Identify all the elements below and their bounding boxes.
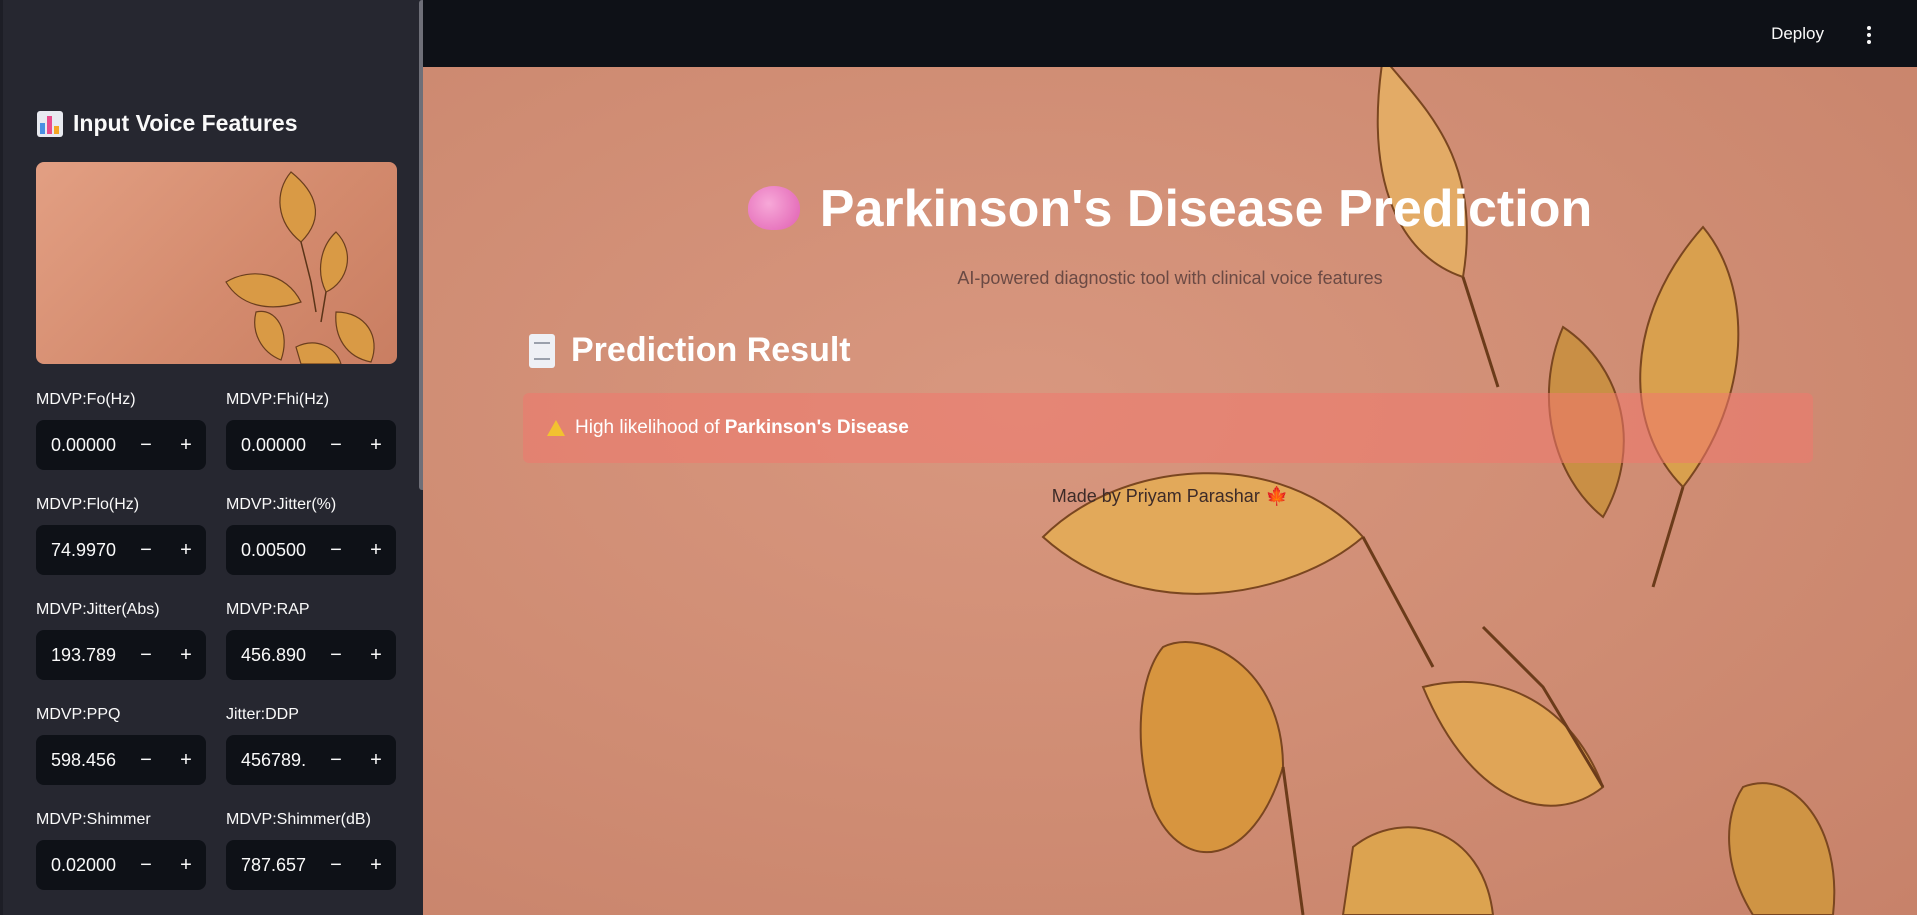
field-label-jitter-percent: MDVP:Jitter(%) [226, 496, 337, 513]
footer-credit: Made by Priyam Parashar 🍁 [423, 486, 1917, 507]
decrement-button[interactable]: − [126, 630, 166, 680]
number-input-jitter-percent[interactable]: 0.00500 − + [226, 525, 396, 575]
input-value[interactable]: 787.657 [226, 855, 316, 876]
footer-text: Made by Priyam Parashar [1051, 486, 1260, 506]
maple-leaf-icon: 🍁 [1265, 486, 1289, 506]
field-label-rap: MDVP:RAP [226, 601, 310, 618]
increment-button[interactable]: + [356, 630, 396, 680]
input-value[interactable]: 0.00000 [226, 435, 316, 456]
alert-diagnosis: Parkinson's Disease [724, 417, 909, 438]
decrement-button[interactable]: − [126, 735, 166, 785]
increment-button[interactable]: + [356, 525, 396, 575]
number-input-fo[interactable]: 0.00000 − + [36, 420, 206, 470]
number-input-fhi[interactable]: 0.00000 − + [226, 420, 396, 470]
decrement-button[interactable]: − [316, 630, 356, 680]
increment-button[interactable]: + [166, 840, 206, 890]
number-input-ppq[interactable]: 598.456 − + [36, 735, 206, 785]
section-title: Prediction Result [529, 331, 851, 370]
bar-chart-icon [37, 110, 63, 137]
input-value[interactable]: 193.789 [36, 645, 126, 666]
input-value[interactable]: 598.456 [36, 750, 126, 771]
app-header: Deploy [423, 0, 1917, 67]
number-input-shimmer[interactable]: 0.02000 − + [36, 840, 206, 890]
page-subtitle: AI-powered diagnostic tool with clinical… [957, 268, 1383, 288]
decrement-button[interactable]: − [316, 840, 356, 890]
input-value[interactable]: 456789. [226, 750, 316, 771]
number-input-jitter-abs[interactable]: 193.789 − + [36, 630, 206, 680]
input-value[interactable]: 0.02000 [36, 855, 126, 876]
decrement-button[interactable]: − [316, 525, 356, 575]
decrement-button[interactable]: − [316, 420, 356, 470]
sidebar-leaves-image [36, 162, 397, 364]
brain-icon [747, 186, 800, 230]
field-label-ppq: MDVP:PPQ [36, 706, 121, 723]
main-content: Parkinson's Disease Prediction AI-powere… [423, 67, 1917, 915]
warning-icon [547, 420, 565, 436]
increment-button[interactable]: + [166, 735, 206, 785]
input-value[interactable]: 0.00500 [226, 540, 316, 561]
increment-button[interactable]: + [356, 420, 396, 470]
number-input-shimmer-db[interactable]: 787.657 − + [226, 840, 396, 890]
page-title-text: Parkinson's Disease Prediction [819, 180, 1593, 238]
input-value[interactable]: 456.890 [226, 645, 316, 666]
field-label-fo: MDVP:Fo(Hz) [36, 391, 136, 408]
decrement-button[interactable]: − [126, 525, 166, 575]
field-label-shimmer: MDVP:Shimmer [36, 811, 151, 828]
alert-text: High likelihood of [575, 417, 720, 438]
number-input-rap[interactable]: 456.890 − + [226, 630, 396, 680]
field-label-jitter-abs: MDVP:Jitter(Abs) [36, 601, 160, 618]
input-value[interactable]: 0.00000 [36, 435, 126, 456]
field-label-flo: MDVP:Flo(Hz) [36, 496, 140, 513]
increment-button[interactable]: + [166, 420, 206, 470]
number-input-flo[interactable]: 74.9970 − + [36, 525, 206, 575]
section-title-text: Prediction Result [571, 331, 851, 369]
deploy-button[interactable]: Deploy [1771, 24, 1824, 44]
sidebar-title: Input Voice Features [37, 110, 298, 137]
decrement-button[interactable]: − [126, 420, 166, 470]
field-label-fhi: MDVP:Fhi(Hz) [226, 391, 330, 408]
receipt-icon [529, 333, 555, 368]
sidebar-title-text: Input Voice Features [73, 110, 298, 136]
increment-button[interactable]: + [356, 840, 396, 890]
field-label-jitter-ddp: Jitter:DDP [226, 706, 299, 723]
prediction-alert: High likelihood of Parkinson's Disease [523, 393, 1813, 463]
increment-button[interactable]: + [356, 735, 396, 785]
number-input-jitter-ddp[interactable]: 456789. − + [226, 735, 396, 785]
increment-button[interactable]: + [166, 525, 206, 575]
increment-button[interactable]: + [166, 630, 206, 680]
field-label-shimmer-db: MDVP:Shimmer(dB) [226, 811, 371, 828]
page-title: Parkinson's Disease Prediction [423, 179, 1917, 239]
sidebar: Input Voice Features MDVP:Fo(Hz) 0.00000… [0, 0, 423, 915]
input-value[interactable]: 74.9970 [36, 540, 126, 561]
kebab-menu-icon[interactable] [1867, 26, 1871, 44]
decrement-button[interactable]: − [316, 735, 356, 785]
decrement-button[interactable]: − [126, 840, 166, 890]
